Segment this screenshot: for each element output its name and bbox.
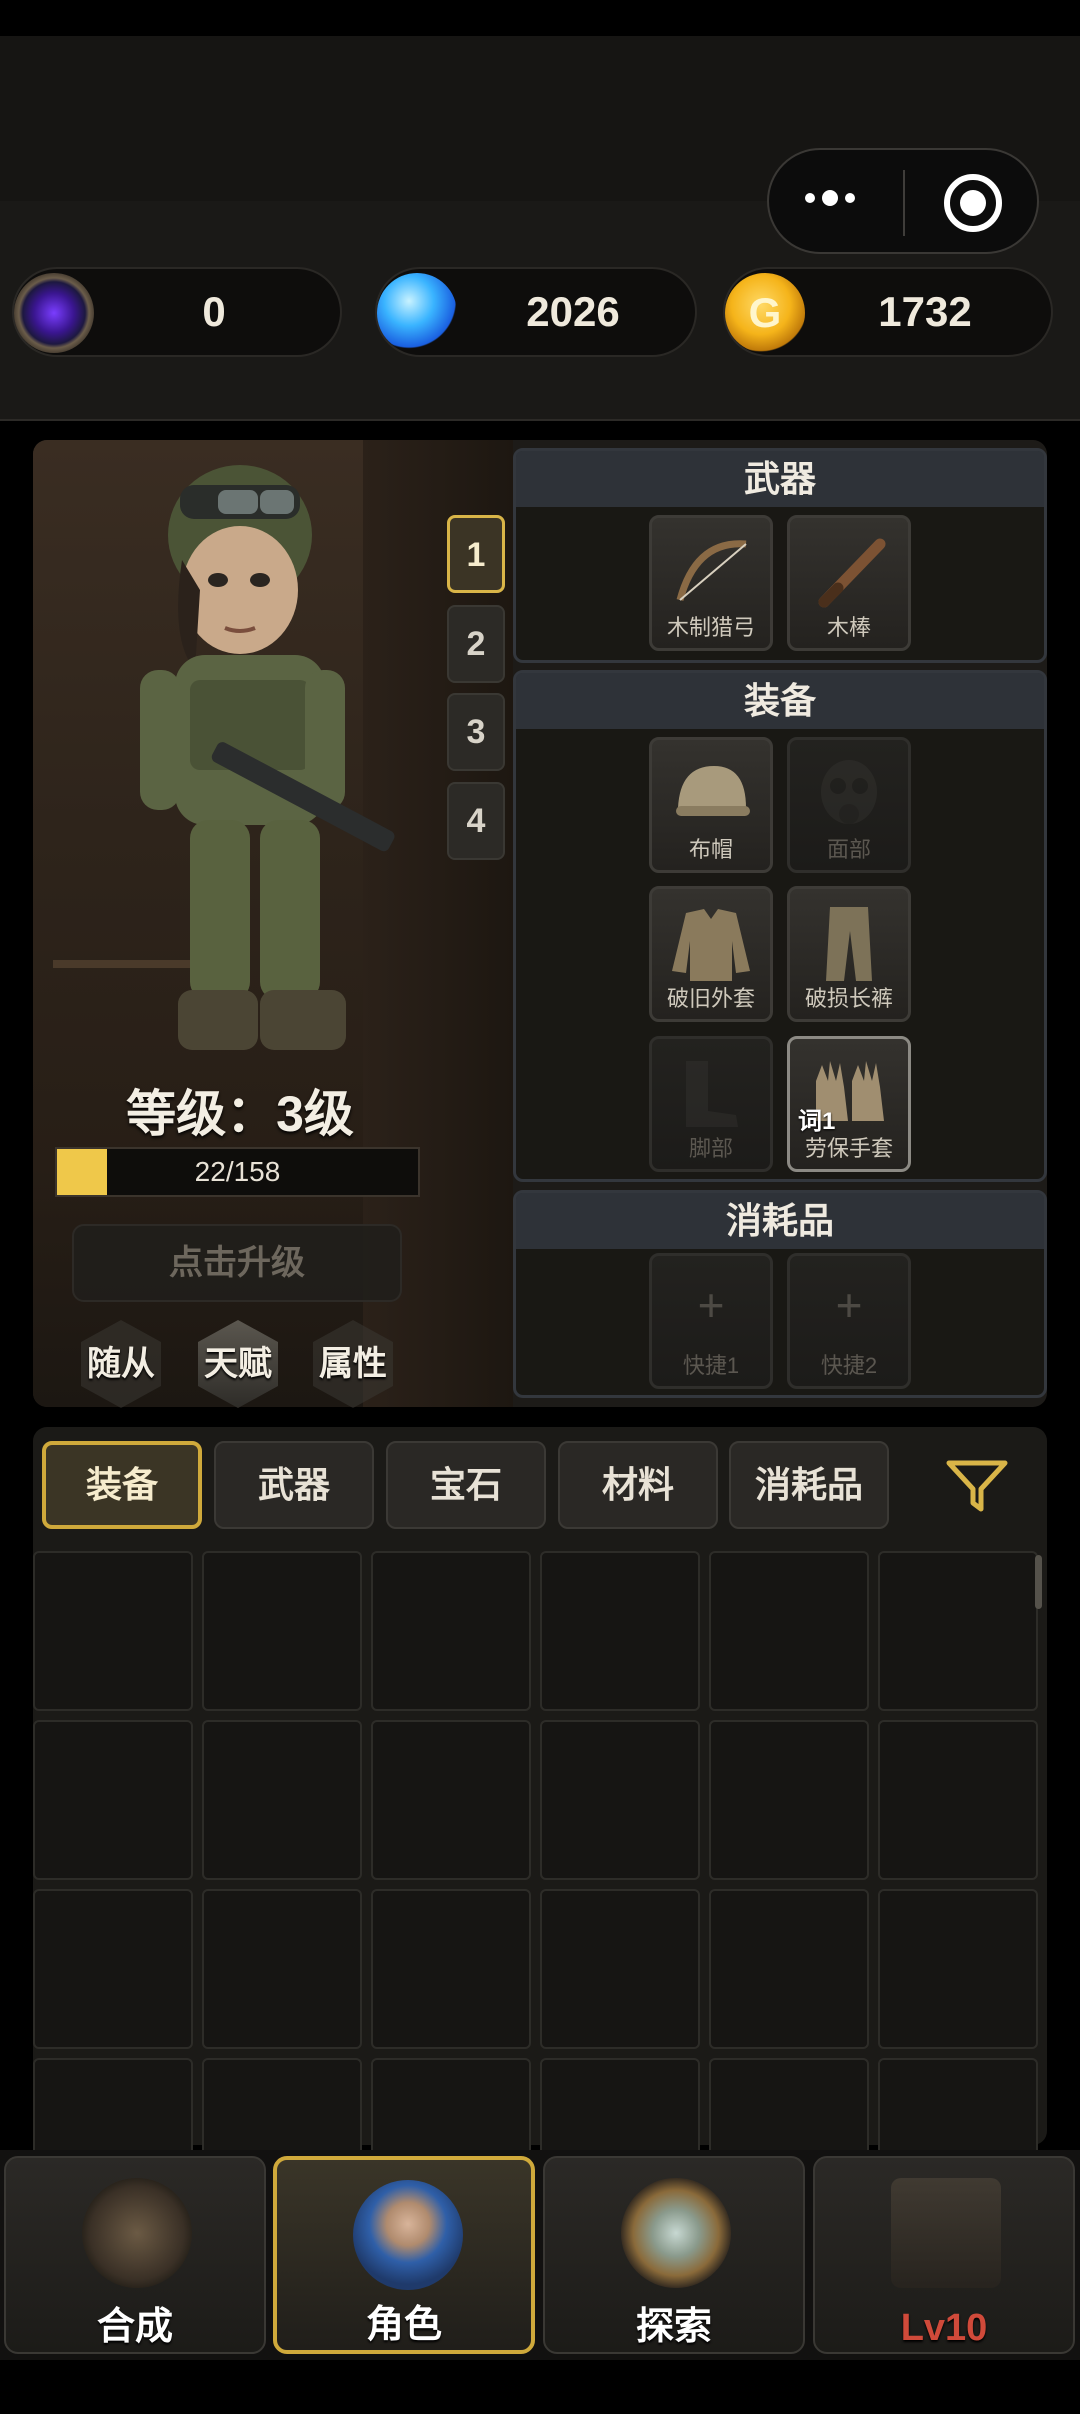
inventory-cell[interactable]: [371, 1551, 531, 1711]
boots-icon: [686, 1061, 738, 1127]
xp-bar: 22/158: [55, 1147, 420, 1197]
compass-icon: [621, 2178, 731, 2288]
plus-icon: +: [697, 1279, 725, 1331]
quickslot-2[interactable]: + 快捷2: [787, 1253, 911, 1389]
xp-text: 22/158: [194, 1156, 281, 1187]
nav-shop-locked[interactable]: Lv10: [813, 2156, 1075, 2354]
nav-label: 探索: [635, 2306, 712, 2348]
loadout-slot-4[interactable]: 4: [447, 782, 505, 860]
item-label: 快捷1: [682, 1353, 740, 1378]
item-label: 布帽: [688, 837, 733, 862]
cloth-cap-icon: [676, 766, 750, 816]
item-label: 破旧外套: [666, 986, 755, 1011]
more-menu-icon[interactable]: [805, 190, 855, 206]
void-stone-counter: 0: [12, 267, 342, 357]
nav-label-locked: Lv10: [900, 2307, 988, 2349]
inventory-cell[interactable]: [202, 1551, 362, 1711]
torn-pants-icon: [826, 907, 872, 981]
status-bar: [0, 0, 1080, 36]
inv-tab-gems[interactable]: 宝石: [386, 1441, 546, 1529]
weapons-section: 武器: [513, 448, 1047, 663]
inventory-cell[interactable]: [371, 1720, 531, 1880]
mini-program-capsule: [767, 148, 1039, 254]
locked-shop-icon: [891, 2178, 1001, 2288]
inventory-scrollbar[interactable]: [1035, 1555, 1042, 1609]
inventory-cell[interactable]: [540, 1889, 700, 2049]
void-stone-icon: [14, 273, 94, 353]
inventory-cell[interactable]: [878, 1720, 1038, 1880]
inventory-cell[interactable]: [709, 1720, 869, 1880]
upgrade-button[interactable]: 点击升级: [72, 1224, 402, 1302]
tab-attributes[interactable]: 属性: [305, 1316, 401, 1412]
inventory-cell[interactable]: [540, 1551, 700, 1711]
nav-label: 角色: [365, 2304, 442, 2346]
equip-slot-body[interactable]: 破旧外套: [649, 886, 773, 1022]
gold-value: 1732: [878, 288, 972, 335]
inventory-cell[interactable]: [202, 1889, 362, 2049]
filter-icon[interactable]: [945, 1459, 1009, 1513]
inventory-cell[interactable]: [33, 1889, 193, 2049]
quickslot-1[interactable]: + 快捷1: [649, 1253, 773, 1389]
item-label: 破损长裤: [804, 986, 893, 1011]
item-label: 木棒: [826, 615, 871, 640]
loadout-slot-3[interactable]: 3: [447, 693, 505, 771]
consumables-section: 消耗品: [513, 1190, 1047, 1398]
wooden-bow-icon: [676, 540, 747, 601]
inventory-cell[interactable]: [709, 1551, 869, 1711]
loadout-slot-2[interactable]: 2: [447, 605, 505, 683]
inventory-cell[interactable]: [878, 1551, 1038, 1711]
diamond-icon: [377, 273, 457, 353]
inventory-cell[interactable]: [540, 1720, 700, 1880]
weapons-title: 武器: [516, 451, 1044, 507]
equip-slot-head[interactable]: 布帽: [649, 737, 773, 873]
inv-tab-equipment[interactable]: 装备: [42, 1441, 202, 1529]
capsule-divider: [903, 170, 905, 236]
item-label: 面部: [826, 837, 871, 862]
weapon-slot-wooden-club[interactable]: 木棒: [787, 515, 911, 651]
void-stone-value: 0: [202, 288, 226, 335]
loadout-slot-1[interactable]: 1: [447, 515, 505, 593]
inv-tab-consumables[interactable]: 消耗品: [729, 1441, 889, 1529]
nav-explore[interactable]: 探索: [543, 2156, 805, 2354]
item-label: 劳保手套: [804, 1136, 893, 1161]
weapon-slot-hunting-bow[interactable]: 木制猎弓: [649, 515, 773, 651]
nav-craft[interactable]: 合成: [4, 2156, 266, 2354]
inventory-cell[interactable]: [878, 1889, 1038, 2049]
inventory-cell[interactable]: [709, 1889, 869, 2049]
nav-character[interactable]: 角色: [273, 2156, 535, 2354]
tab-companion[interactable]: 随从: [73, 1316, 169, 1412]
home-indicator-area: [0, 2360, 1080, 2414]
gold-coin-icon: [725, 273, 805, 353]
equip-slot-face[interactable]: 面部: [787, 737, 911, 873]
item-label: 木制猎弓: [666, 615, 755, 640]
inv-tab-materials[interactable]: 材料: [558, 1441, 718, 1529]
inventory-cell[interactable]: [33, 1551, 193, 1711]
consumables-title: 消耗品: [516, 1193, 1044, 1249]
inventory-cell[interactable]: [33, 1720, 193, 1880]
inv-tab-weapons[interactable]: 武器: [214, 1441, 374, 1529]
tab-talent[interactable]: 天赋: [190, 1316, 286, 1412]
item-label: 脚部: [688, 1136, 733, 1161]
crafting-tools-icon: [82, 2178, 192, 2288]
nav-label: 合成: [96, 2306, 173, 2348]
gas-mask-icon: [821, 760, 877, 824]
gold-counter: 1732: [723, 267, 1053, 357]
equip-slot-feet[interactable]: 脚部: [649, 1036, 773, 1172]
equipment-title: 装备: [516, 673, 1044, 729]
diamond-value: 2026: [526, 288, 620, 335]
equipment-section: 装备: [513, 670, 1047, 1182]
character-level: 等级：3级: [126, 1086, 354, 1142]
close-target-icon[interactable]: [944, 174, 1002, 232]
wooden-club-icon: [818, 538, 886, 608]
item-label: 快捷2: [820, 1353, 878, 1378]
inventory-cell[interactable]: [371, 1889, 531, 2049]
equip-slot-hands[interactable]: 词1 劳保手套: [787, 1036, 911, 1172]
inventory-cell[interactable]: [202, 1720, 362, 1880]
plus-icon: +: [835, 1279, 863, 1331]
worn-jacket-icon: [672, 909, 750, 981]
soldier-character[interactable]: [100, 440, 460, 1090]
equip-slot-legs[interactable]: 破损长裤: [787, 886, 911, 1022]
diamond-counter: 2026: [375, 267, 697, 357]
character-avatar-icon: [353, 2180, 463, 2290]
